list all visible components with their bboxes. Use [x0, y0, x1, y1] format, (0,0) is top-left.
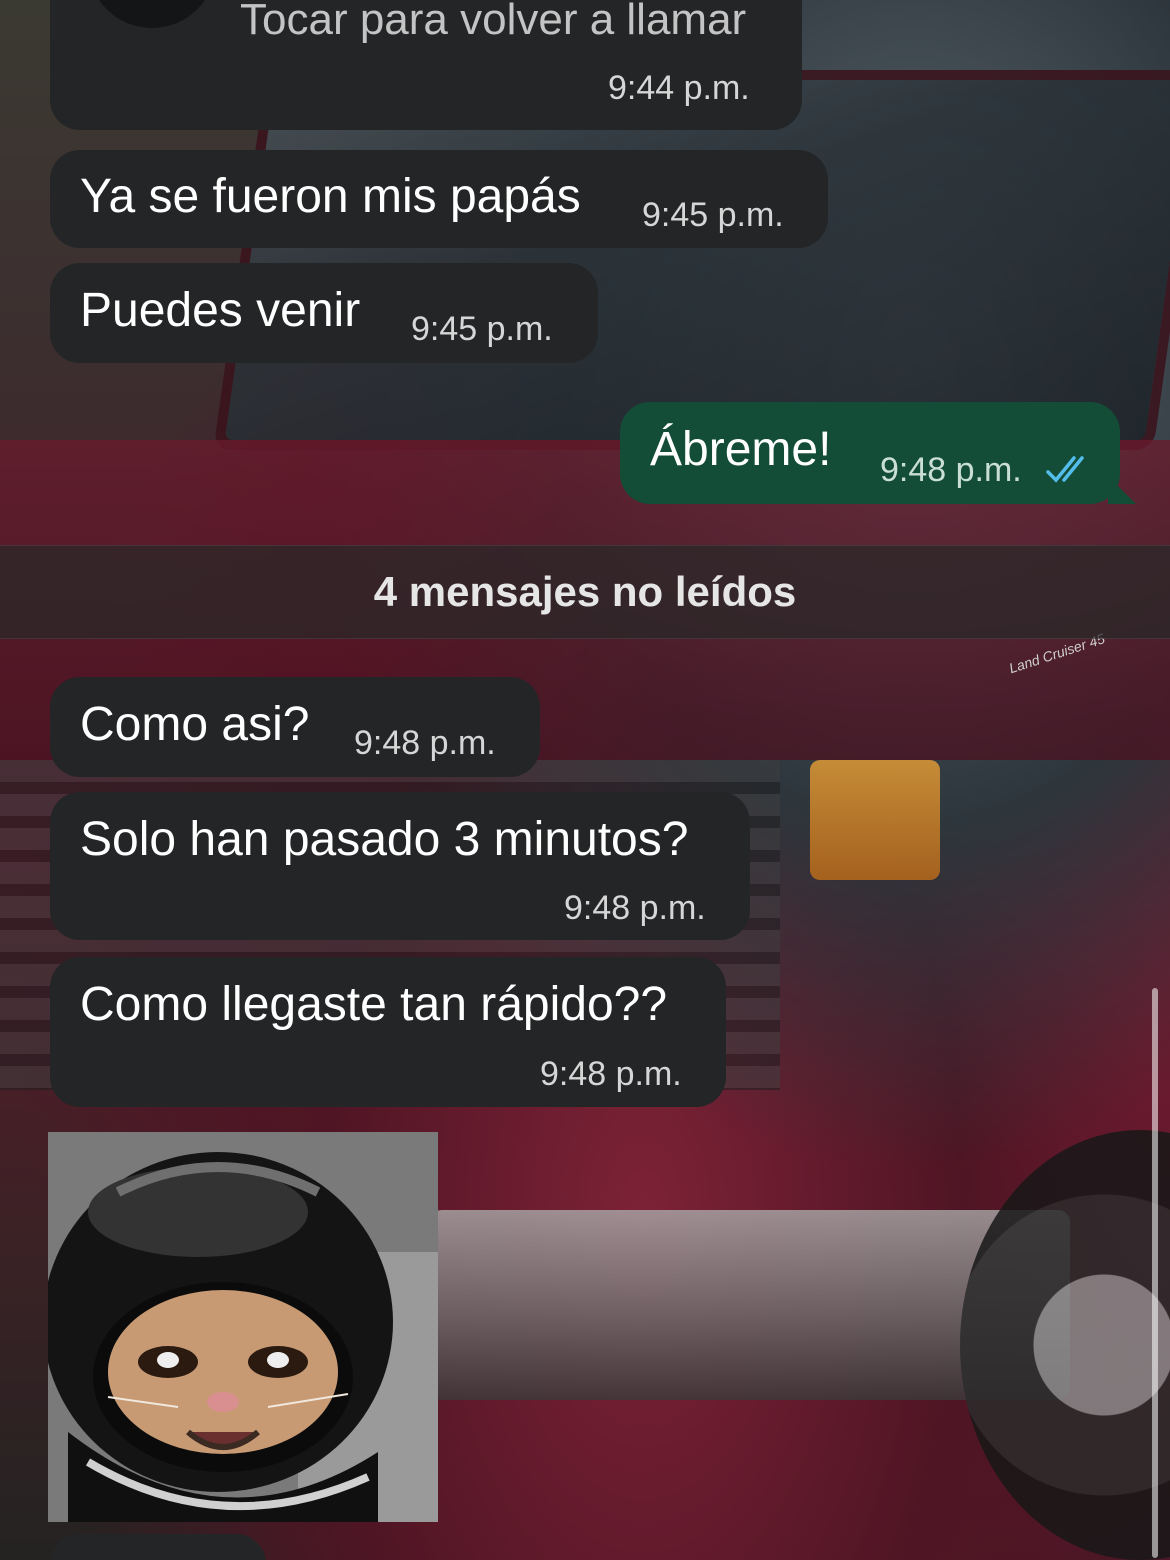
scroll-indicator[interactable] [1152, 988, 1158, 1558]
message-timestamp: 9:45 p.m. [642, 196, 784, 234]
unread-messages-banner: 4 mensajes no leídos [0, 545, 1170, 639]
wallpaper-turn-signal [810, 760, 940, 880]
incoming-message-bubble[interactable]: Solo han pasado 3 minutos? 9:48 p.m. [50, 792, 750, 940]
message-timestamp: 9:48 p.m. [540, 1055, 682, 1093]
incoming-message-bubble[interactable]: Puedes venir 9:45 p.m. [50, 263, 598, 363]
call-message-text: Tocar para volver a llamar [240, 0, 747, 44]
wallpaper-wheel [960, 1130, 1170, 1560]
message-text: Solo han pasado 3 minutos? [80, 813, 689, 866]
message-text: Ya se fueron mis papás [80, 170, 581, 223]
chat-screen: Land Cruiser 45 Tocar para volver a llam… [0, 0, 1170, 1560]
message-text: Como asi? [80, 698, 310, 751]
call-message-bubble[interactable]: Tocar para volver a llamar 9:44 p.m. [50, 0, 802, 130]
message-timestamp: 9:48 p.m. [880, 451, 1022, 489]
incoming-message-bubble[interactable]: Ya se fueron mis papás 9:45 p.m. [50, 150, 828, 248]
outgoing-message-bubble[interactable]: Ábreme! 9:48 p.m. [620, 402, 1120, 504]
message-timestamp: 9:44 p.m. [608, 69, 750, 107]
message-text: Como llegaste tan rápido?? [80, 978, 668, 1031]
read-double-check-icon [1046, 456, 1084, 483]
bubble-tail [1108, 476, 1136, 504]
message-text: Ábreme! [650, 423, 832, 476]
cat-in-helmet-sticker[interactable] [48, 1132, 438, 1522]
unread-messages-label: 4 mensajes no leídos [373, 568, 797, 615]
incoming-message-bubble[interactable]: Como asi? 9:48 p.m. [50, 677, 540, 777]
message-text: Puedes venir [80, 284, 361, 337]
incoming-message-bubble[interactable]: Como llegaste tan rápido?? 9:48 p.m. [50, 957, 726, 1107]
message-timestamp: 9:45 p.m. [411, 310, 553, 348]
message-timestamp: 9:48 p.m. [564, 889, 706, 927]
incoming-message-bubble-partial[interactable] [50, 1534, 266, 1560]
message-timestamp: 9:48 p.m. [354, 724, 496, 762]
missed-call-icon[interactable] [88, 0, 216, 28]
